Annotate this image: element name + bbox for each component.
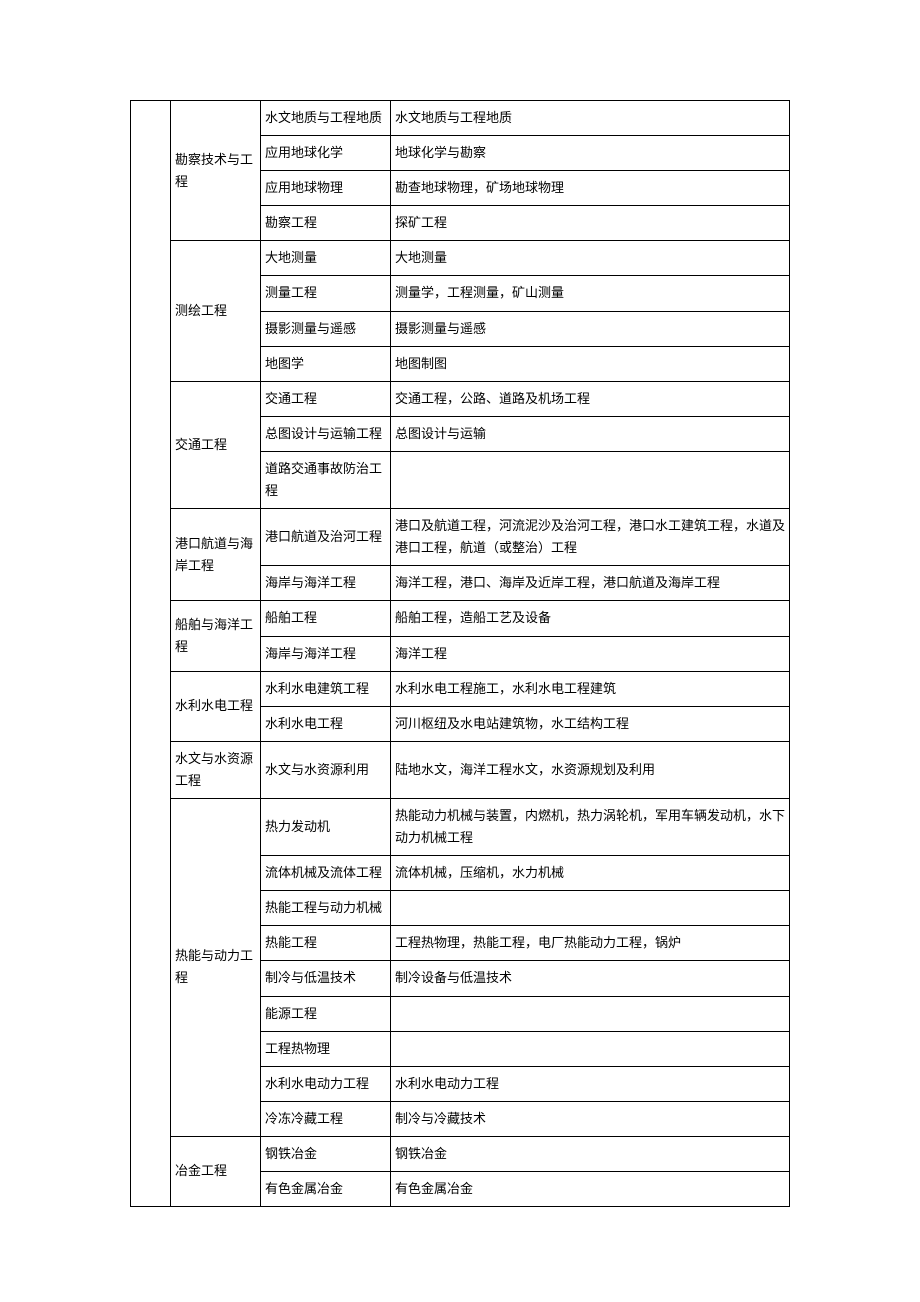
- major-cell: 热力发动机: [261, 798, 391, 855]
- table-row: 交通工程交通工程交通工程，公路、道路及机场工程: [131, 381, 790, 416]
- detail-cell: 水文地质与工程地质: [391, 101, 790, 136]
- category-cell: 热能与动力工程: [171, 798, 261, 1136]
- detail-cell: 海洋工程: [391, 636, 790, 671]
- detail-cell: 总图设计与运输: [391, 416, 790, 451]
- detail-cell: 水利水电动力工程: [391, 1066, 790, 1101]
- detail-cell: 船舶工程，造船工艺及设备: [391, 601, 790, 636]
- table-row: 热能与动力工程热力发动机热能动力机械与装置，内燃机，热力涡轮机，军用车辆发动机，…: [131, 798, 790, 855]
- detail-cell: 勘查地球物理，矿场地球物理: [391, 171, 790, 206]
- detail-cell: 探矿工程: [391, 206, 790, 241]
- detail-cell: 海洋工程，港口、海岸及近岸工程，港口航道及海岸工程: [391, 566, 790, 601]
- table-row: 勘察技术与工程水文地质与工程地质水文地质与工程地质: [131, 101, 790, 136]
- major-cell: 交通工程: [261, 381, 391, 416]
- detail-cell: 有色金属冶金: [391, 1172, 790, 1207]
- detail-cell: [391, 1031, 790, 1066]
- major-cell: 能源工程: [261, 996, 391, 1031]
- category-cell: 水利水电工程: [171, 671, 261, 741]
- table-row: 港口航道与海岸工程港口航道及治河工程港口及航道工程，河流泥沙及治河工程，港口水工…: [131, 509, 790, 566]
- detail-cell: 水利水电工程施工，水利水电工程建筑: [391, 671, 790, 706]
- detail-cell: [391, 891, 790, 926]
- major-cell: 测量工程: [261, 276, 391, 311]
- major-cell: 海岸与海洋工程: [261, 566, 391, 601]
- detail-cell: 工程热物理，热能工程，电厂热能动力工程，锅炉: [391, 926, 790, 961]
- detail-cell: 大地测量: [391, 241, 790, 276]
- category-cell: 船舶与海洋工程: [171, 601, 261, 671]
- detail-cell: 测量学，工程测量，矿山测量: [391, 276, 790, 311]
- detail-cell: 地球化学与勘察: [391, 136, 790, 171]
- detail-cell: 流体机械，压缩机，水力机械: [391, 856, 790, 891]
- detail-cell: 制冷与冷藏技术: [391, 1101, 790, 1136]
- major-cell: 应用地球化学: [261, 136, 391, 171]
- category-cell: 港口航道与海岸工程: [171, 509, 261, 601]
- major-cell: 钢铁冶金: [261, 1136, 391, 1171]
- major-cell: 水利水电建筑工程: [261, 671, 391, 706]
- major-cell: 有色金属冶金: [261, 1172, 391, 1207]
- major-cell: 应用地球物理: [261, 171, 391, 206]
- detail-cell: [391, 996, 790, 1031]
- table-row: 水文与水资源工程水文与水资源利用陆地水文，海洋工程水文，水资源规划及利用: [131, 741, 790, 798]
- detail-cell: 地图制图: [391, 346, 790, 381]
- major-cell: 热能工程与动力机械: [261, 891, 391, 926]
- major-cell: 工程热物理: [261, 1031, 391, 1066]
- table-body: 勘察技术与工程水文地质与工程地质水文地质与工程地质应用地球化学地球化学与勘察应用…: [131, 101, 790, 1207]
- detail-cell: [391, 451, 790, 508]
- document-page: 勘察技术与工程水文地质与工程地质水文地质与工程地质应用地球化学地球化学与勘察应用…: [0, 0, 920, 1267]
- major-cell: 水文地质与工程地质: [261, 101, 391, 136]
- detail-cell: 港口及航道工程，河流泥沙及治河工程，港口水工建筑工程，水道及港口工程，航道（或整…: [391, 509, 790, 566]
- detail-cell: 河川枢纽及水电站建筑物，水工结构工程: [391, 706, 790, 741]
- major-cell: 勘察工程: [261, 206, 391, 241]
- detail-cell: 陆地水文，海洋工程水文，水资源规划及利用: [391, 741, 790, 798]
- majors-table: 勘察技术与工程水文地质与工程地质水文地质与工程地质应用地球化学地球化学与勘察应用…: [130, 100, 790, 1207]
- major-cell: 制冷与低温技术: [261, 961, 391, 996]
- group-column: [131, 101, 171, 1207]
- table-row: 船舶与海洋工程船舶工程船舶工程，造船工艺及设备: [131, 601, 790, 636]
- major-cell: 海岸与海洋工程: [261, 636, 391, 671]
- detail-cell: 热能动力机械与装置，内燃机，热力涡轮机，军用车辆发动机，水下动力机械工程: [391, 798, 790, 855]
- major-cell: 水利水电动力工程: [261, 1066, 391, 1101]
- major-cell: 流体机械及流体工程: [261, 856, 391, 891]
- major-cell: 港口航道及治河工程: [261, 509, 391, 566]
- category-cell: 冶金工程: [171, 1136, 261, 1206]
- table-row: 测绘工程大地测量大地测量: [131, 241, 790, 276]
- category-cell: 勘察技术与工程: [171, 101, 261, 241]
- detail-cell: 制冷设备与低温技术: [391, 961, 790, 996]
- major-cell: 地图学: [261, 346, 391, 381]
- detail-cell: 交通工程，公路、道路及机场工程: [391, 381, 790, 416]
- detail-cell: 摄影测量与遥感: [391, 311, 790, 346]
- category-cell: 测绘工程: [171, 241, 261, 381]
- table-row: 水利水电工程水利水电建筑工程水利水电工程施工，水利水电工程建筑: [131, 671, 790, 706]
- major-cell: 总图设计与运输工程: [261, 416, 391, 451]
- major-cell: 船舶工程: [261, 601, 391, 636]
- major-cell: 冷冻冷藏工程: [261, 1101, 391, 1136]
- major-cell: 水文与水资源利用: [261, 741, 391, 798]
- table-row: 冶金工程钢铁冶金钢铁冶金: [131, 1136, 790, 1171]
- major-cell: 摄影测量与遥感: [261, 311, 391, 346]
- category-cell: 交通工程: [171, 381, 261, 508]
- major-cell: 道路交通事故防治工程: [261, 451, 391, 508]
- major-cell: 热能工程: [261, 926, 391, 961]
- major-cell: 水利水电工程: [261, 706, 391, 741]
- category-cell: 水文与水资源工程: [171, 741, 261, 798]
- detail-cell: 钢铁冶金: [391, 1136, 790, 1171]
- major-cell: 大地测量: [261, 241, 391, 276]
